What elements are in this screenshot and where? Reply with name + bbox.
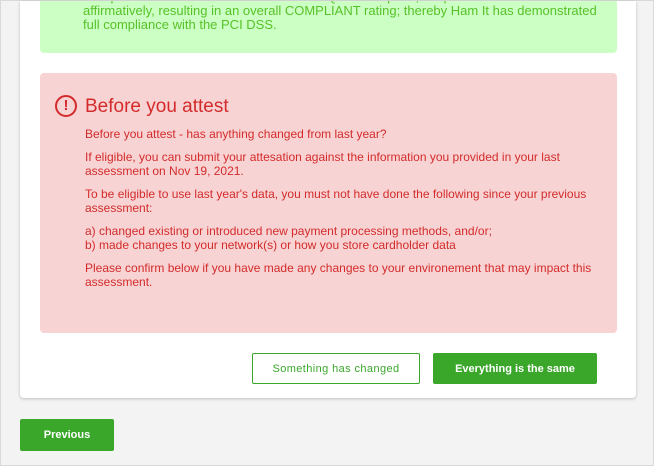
alert-requirement-b: b) made changes to your network(s) or ho… xyxy=(85,238,456,252)
alert-eligibility-text: If eligible, you can submit your attesat… xyxy=(85,150,560,178)
assessment-card: Compliant. All sections of the PCI DSS S… xyxy=(20,1,636,398)
page-frame: Compliant. All sections of the PCI DSS S… xyxy=(0,0,654,466)
alert-question: Before you attest - has anything changed… xyxy=(85,127,387,141)
exclamation-circle-icon: ! xyxy=(55,95,77,117)
alert-title: Before you attest xyxy=(85,96,229,117)
something-has-changed-button[interactable]: Something has changed xyxy=(252,353,420,384)
previous-button[interactable]: Previous xyxy=(20,419,114,451)
compliance-banner: Compliant. All sections of the PCI DSS S… xyxy=(40,1,617,53)
alert-requirements-intro: To be eligible to use last year's data, … xyxy=(85,187,587,215)
alert-confirm-text: Please confirm below if you have made an… xyxy=(85,261,592,289)
alert-requirement-a: a) changed existing or introduced new pa… xyxy=(85,224,492,238)
everything-is-the-same-button[interactable]: Everything is the same xyxy=(433,353,597,384)
alert-body: Before you attest - has anything changed… xyxy=(85,127,605,298)
before-you-attest-alert: ! Before you attest Before you attest - … xyxy=(40,73,617,333)
compliance-text: Compliant. All sections of the PCI DSS S… xyxy=(83,1,597,32)
